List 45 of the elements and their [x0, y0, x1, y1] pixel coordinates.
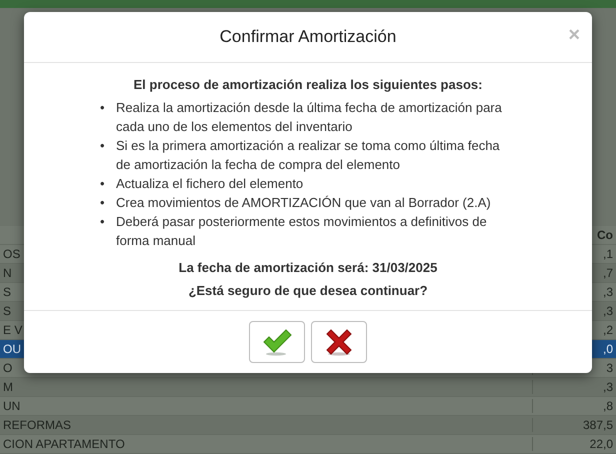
table-cell: S — [3, 285, 12, 299]
table-cell: UN — [3, 399, 20, 413]
table-cell: 22,0 — [590, 437, 613, 451]
table-cell: OU — [3, 342, 21, 356]
dialog-title: Confirmar Amortización — [220, 27, 396, 47]
table-cell: ,3 — [602, 380, 613, 394]
table-cell: M — [3, 380, 13, 394]
table-cell: OS — [3, 247, 20, 261]
date-text: La fecha de amortización será: 31/03/2025 — [178, 259, 438, 277]
table-cell: CION APARTAMENTO — [3, 437, 125, 451]
table-cell: ,0 — [602, 342, 613, 356]
check-icon — [262, 327, 292, 357]
table-cell: REFORMAS — [3, 418, 72, 432]
table-cell: ,2 — [602, 323, 613, 337]
table-row[interactable]: M ,3 — [0, 378, 616, 397]
table-cell: S — [3, 304, 12, 318]
question-text: ¿Está seguro de que desea continuar? — [187, 282, 429, 300]
table-cell: 387,5 — [582, 418, 613, 432]
step-item: Actualiza el fichero del elemento — [116, 175, 304, 193]
step-item: Realiza la amortización desde la última fecha de amortización para cada uno de los elementos del inventario — [116, 99, 503, 136]
table-row[interactable]: REFORMAS 387,5 — [0, 416, 616, 435]
bullet: • — [100, 194, 106, 212]
table-cell: ,7 — [602, 266, 613, 280]
table-cell: ,3 — [602, 285, 613, 299]
confirm-button[interactable] — [249, 321, 305, 363]
table-cell: 3 — [606, 361, 613, 375]
step-item: Crea movimientos de AMORTIZACIÓN que van al Borrador (2.A) — [116, 194, 492, 212]
table-row[interactable]: CION APARTAMENTO 22,0 — [0, 435, 616, 454]
bullet: • — [100, 175, 106, 193]
step-item: Deberá pasar posteriormente estos movimientos a definitivos de forma manual — [116, 213, 488, 250]
table-cell: O — [3, 361, 12, 375]
step-item: Si es la primera amortización a realizar se toma como última fecha de amortización la fecha de compra del elemento — [116, 137, 501, 174]
table-cell: N — [3, 266, 12, 280]
intro-text: El proceso de amortización realiza los siguientes pasos: — [132, 76, 484, 94]
table-cell: E V — [3, 323, 22, 337]
table-row[interactable]: UN ,8 — [0, 397, 616, 416]
close-button[interactable]: × — [568, 24, 580, 47]
bullet: • — [100, 137, 106, 155]
close-icon — [324, 327, 354, 357]
bullet: • — [100, 99, 106, 117]
table-cell: ,1 — [602, 247, 613, 261]
bullet: • — [100, 213, 106, 231]
table-cell: ,3 — [602, 304, 613, 318]
table-cell: ,8 — [602, 399, 613, 413]
cancel-button[interactable] — [311, 321, 367, 363]
